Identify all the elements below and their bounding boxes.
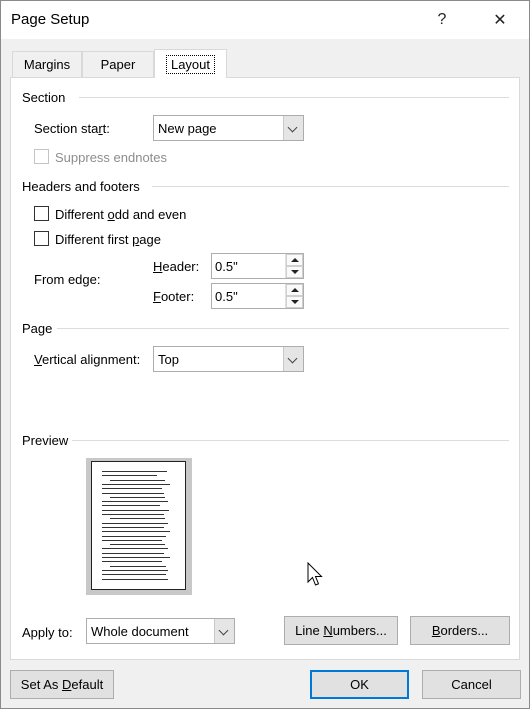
preview-text-line bbox=[102, 505, 160, 507]
preview-text-line bbox=[102, 552, 164, 554]
preview-text-line bbox=[102, 501, 168, 503]
footer-increase-button[interactable] bbox=[286, 284, 303, 296]
suppress-endnotes-checkbox[interactable] bbox=[34, 149, 49, 164]
header-distance-value[interactable]: 0.5" bbox=[215, 259, 238, 274]
section-start-dropdown-button[interactable] bbox=[283, 116, 303, 140]
ok-button[interactable]: OK bbox=[310, 670, 409, 699]
set-as-default-label: Set As Default bbox=[20, 677, 104, 692]
section-start-select[interactable]: New page bbox=[153, 115, 304, 141]
ok-label: OK bbox=[350, 677, 369, 692]
different-first-page-label: Different first page bbox=[55, 232, 161, 247]
header-distance-spinner[interactable]: 0.5" bbox=[211, 253, 304, 279]
different-first-page-checkbox[interactable] bbox=[34, 231, 49, 246]
footer-label: Footer: bbox=[153, 289, 195, 304]
tab-layout-label: Layout bbox=[165, 54, 216, 74]
preview-text-line bbox=[110, 496, 165, 498]
preview-text-line bbox=[102, 574, 166, 576]
preview-text-line bbox=[110, 544, 165, 546]
preview-text-line bbox=[110, 518, 165, 520]
arrow-up-icon bbox=[291, 258, 299, 262]
different-odd-even-checkbox[interactable] bbox=[34, 206, 49, 221]
headers-footers-divider bbox=[152, 186, 509, 187]
preview-text-line bbox=[102, 526, 164, 528]
footer-distance-spinner[interactable]: 0.5" bbox=[211, 283, 304, 309]
apply-to-dropdown-button[interactable] bbox=[214, 619, 234, 643]
arrow-down-icon bbox=[291, 300, 299, 304]
section-heading: Section bbox=[22, 90, 66, 105]
suppress-endnotes-label: Suppress endnotes bbox=[55, 150, 168, 165]
footer-decrease-button[interactable] bbox=[286, 296, 303, 308]
preview-text-line bbox=[102, 548, 168, 550]
preview-text-line bbox=[102, 483, 170, 485]
window-title: Page Setup bbox=[11, 11, 90, 28]
preview-text-line bbox=[102, 509, 169, 511]
preview-text-line bbox=[102, 535, 166, 537]
preview-text-line bbox=[102, 522, 168, 524]
apply-to-label: Apply to: bbox=[22, 625, 73, 640]
preview-text-line bbox=[102, 471, 167, 472]
apply-to-select[interactable]: Whole document bbox=[86, 618, 235, 644]
chevron-down-icon bbox=[287, 353, 298, 364]
help-button[interactable]: ? bbox=[419, 1, 465, 39]
page-setup-dialog: Page Setup ? ✕ Margins Paper Layout Sect… bbox=[0, 0, 530, 709]
title-bar: Page Setup ? ✕ bbox=[1, 1, 529, 39]
layout-panel: Section Section start: New page Suppress… bbox=[10, 77, 520, 660]
page-heading: Page bbox=[22, 321, 53, 336]
header-decrease-button[interactable] bbox=[286, 266, 303, 278]
section-start-value: New page bbox=[158, 121, 217, 136]
cancel-label: Cancel bbox=[451, 677, 492, 692]
preview-text-line bbox=[110, 565, 166, 567]
from-edge-label: From edge: bbox=[34, 272, 101, 287]
preview-text-line bbox=[102, 539, 162, 541]
tab-paper[interactable]: Paper bbox=[82, 51, 154, 77]
close-icon: ✕ bbox=[493, 12, 507, 29]
vertical-alignment-value: Top bbox=[158, 352, 179, 367]
line-numbers-label: Line Numbers... bbox=[295, 623, 387, 638]
preview-divider bbox=[72, 440, 509, 441]
preview-text-line bbox=[102, 475, 157, 477]
tab-layout[interactable]: Layout bbox=[154, 49, 227, 78]
preview-text-line bbox=[102, 561, 162, 563]
tab-margins-label: Margins bbox=[23, 57, 71, 72]
page-divider bbox=[57, 328, 509, 329]
header-increase-button[interactable] bbox=[286, 254, 303, 266]
preview-text-line bbox=[102, 557, 170, 558]
cancel-button[interactable]: Cancel bbox=[422, 670, 521, 699]
preview-text-line bbox=[102, 578, 168, 580]
set-as-default-button[interactable]: Set As Default bbox=[10, 670, 114, 699]
vertical-alignment-label: Vertical alignment: bbox=[34, 352, 141, 367]
vertical-alignment-dropdown-button[interactable] bbox=[283, 347, 303, 371]
preview-page-thumbnail bbox=[91, 461, 186, 590]
chevron-down-icon bbox=[218, 625, 229, 636]
preview-text-line bbox=[102, 569, 168, 571]
different-odd-even-label: Different odd and even bbox=[55, 207, 187, 222]
section-divider bbox=[79, 97, 509, 98]
preview-text-line bbox=[110, 479, 165, 481]
arrow-up-icon bbox=[291, 288, 299, 292]
preview-heading: Preview bbox=[22, 433, 69, 448]
headers-footers-heading: Headers and footers bbox=[22, 179, 140, 194]
borders-button[interactable]: Borders... bbox=[410, 616, 510, 645]
tab-margins[interactable]: Margins bbox=[12, 51, 82, 77]
footer-distance-value[interactable]: 0.5" bbox=[215, 289, 238, 304]
tab-paper-label: Paper bbox=[100, 57, 136, 72]
preview-text-line bbox=[102, 488, 162, 490]
line-numbers-button[interactable]: Line Numbers... bbox=[284, 616, 398, 645]
page-preview bbox=[86, 458, 192, 595]
preview-text-line bbox=[102, 514, 164, 515]
chevron-down-icon bbox=[287, 122, 298, 133]
vertical-alignment-select[interactable]: Top bbox=[153, 346, 304, 372]
help-icon: ? bbox=[437, 11, 447, 28]
close-button[interactable]: ✕ bbox=[477, 1, 523, 39]
header-label: Header: bbox=[153, 259, 200, 274]
borders-label: Borders... bbox=[431, 623, 489, 638]
apply-to-value: Whole document bbox=[91, 624, 189, 639]
preview-text-line bbox=[102, 531, 170, 533]
preview-text-line bbox=[102, 492, 164, 494]
section-start-label: Section start: bbox=[34, 121, 110, 136]
mouse-cursor-icon bbox=[307, 562, 323, 586]
arrow-down-icon bbox=[291, 270, 299, 274]
